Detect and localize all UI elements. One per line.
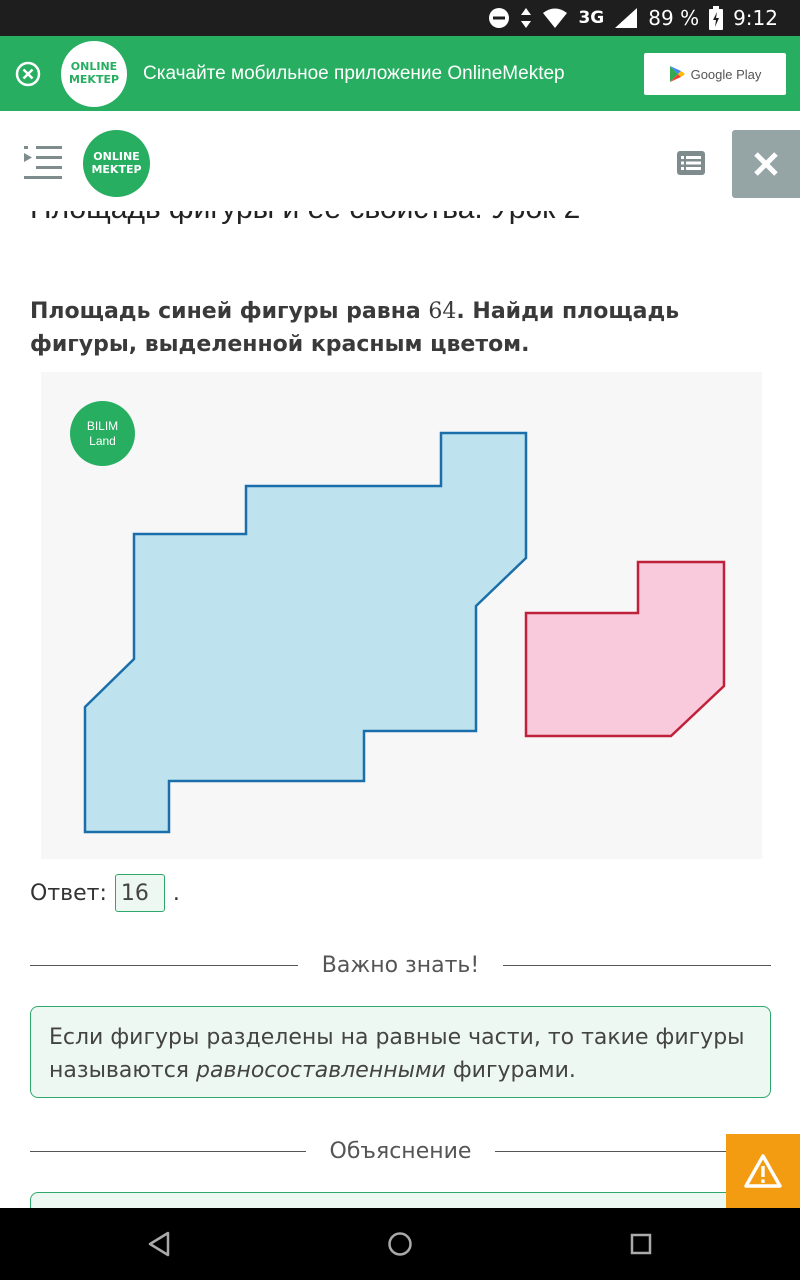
important-divider: Важно знать!	[30, 950, 771, 980]
info-term: равносоставленными	[196, 1058, 446, 1083]
explanation-heading: Объяснение	[329, 1138, 472, 1164]
app-promo-banner: ONLINE MEKTEP Скачайте мобильное приложе…	[0, 36, 800, 111]
status-bar: 3G 89 % 9:12	[0, 0, 800, 36]
recents-icon[interactable]	[627, 1230, 655, 1258]
answer-input[interactable]: 16	[114, 874, 165, 912]
signal-icon	[614, 7, 638, 29]
figure-image: BILIM Land	[41, 372, 762, 859]
wifi-icon	[542, 7, 568, 29]
divider-line	[503, 964, 771, 966]
onlinemektep-logo: ONLINE MEKTEP	[61, 40, 127, 107]
google-play-label: Google Play	[690, 66, 762, 82]
close-banner-icon[interactable]	[15, 61, 41, 87]
android-nav-bar	[0, 1208, 800, 1280]
battery-percent: 89 %	[648, 6, 700, 30]
report-error-button[interactable]	[726, 1134, 800, 1208]
data-transfer-icon	[520, 7, 532, 29]
battery-charging-icon	[709, 6, 724, 30]
do-not-disturb-icon	[488, 7, 510, 29]
question-part: Площадь синей фигуры равна	[30, 299, 429, 324]
home-icon[interactable]	[386, 1230, 414, 1258]
explanation-divider: Объяснение	[30, 1136, 771, 1166]
list-icon[interactable]	[677, 151, 705, 175]
divider-line	[30, 964, 298, 966]
answer-suffix: .	[172, 880, 180, 906]
answer-label: Ответ:	[30, 880, 107, 906]
promo-text: Скачайте мобильное приложение OnlineMekt…	[143, 62, 565, 84]
google-play-icon	[669, 66, 685, 82]
menu-indent-icon[interactable]	[22, 146, 62, 180]
important-heading: Важно знать!	[321, 952, 480, 978]
question-number: 64	[428, 299, 457, 324]
close-icon	[754, 152, 778, 176]
back-icon[interactable]	[146, 1230, 174, 1258]
warning-icon	[744, 1154, 782, 1188]
red-figure	[524, 560, 726, 738]
network-type: 3G	[578, 8, 605, 28]
app-header: ONLINE MEKTEP	[0, 111, 800, 211]
onlinemektep-logo[interactable]: ONLINE MEKTEP	[83, 130, 150, 197]
question-text: Площадь синей фигуры равна 64. Найди пло…	[30, 295, 750, 361]
google-play-button[interactable]: Google Play	[644, 53, 786, 95]
answer-row: Ответ: 16 .	[30, 872, 180, 914]
important-info-box: Если фигуры разделены на равные части, т…	[30, 1006, 771, 1098]
info-text: фигурами.	[445, 1058, 576, 1083]
divider-line	[30, 1150, 306, 1152]
close-lesson-button[interactable]	[732, 130, 800, 198]
blue-figure	[83, 431, 528, 834]
clock: 9:12	[733, 6, 778, 30]
